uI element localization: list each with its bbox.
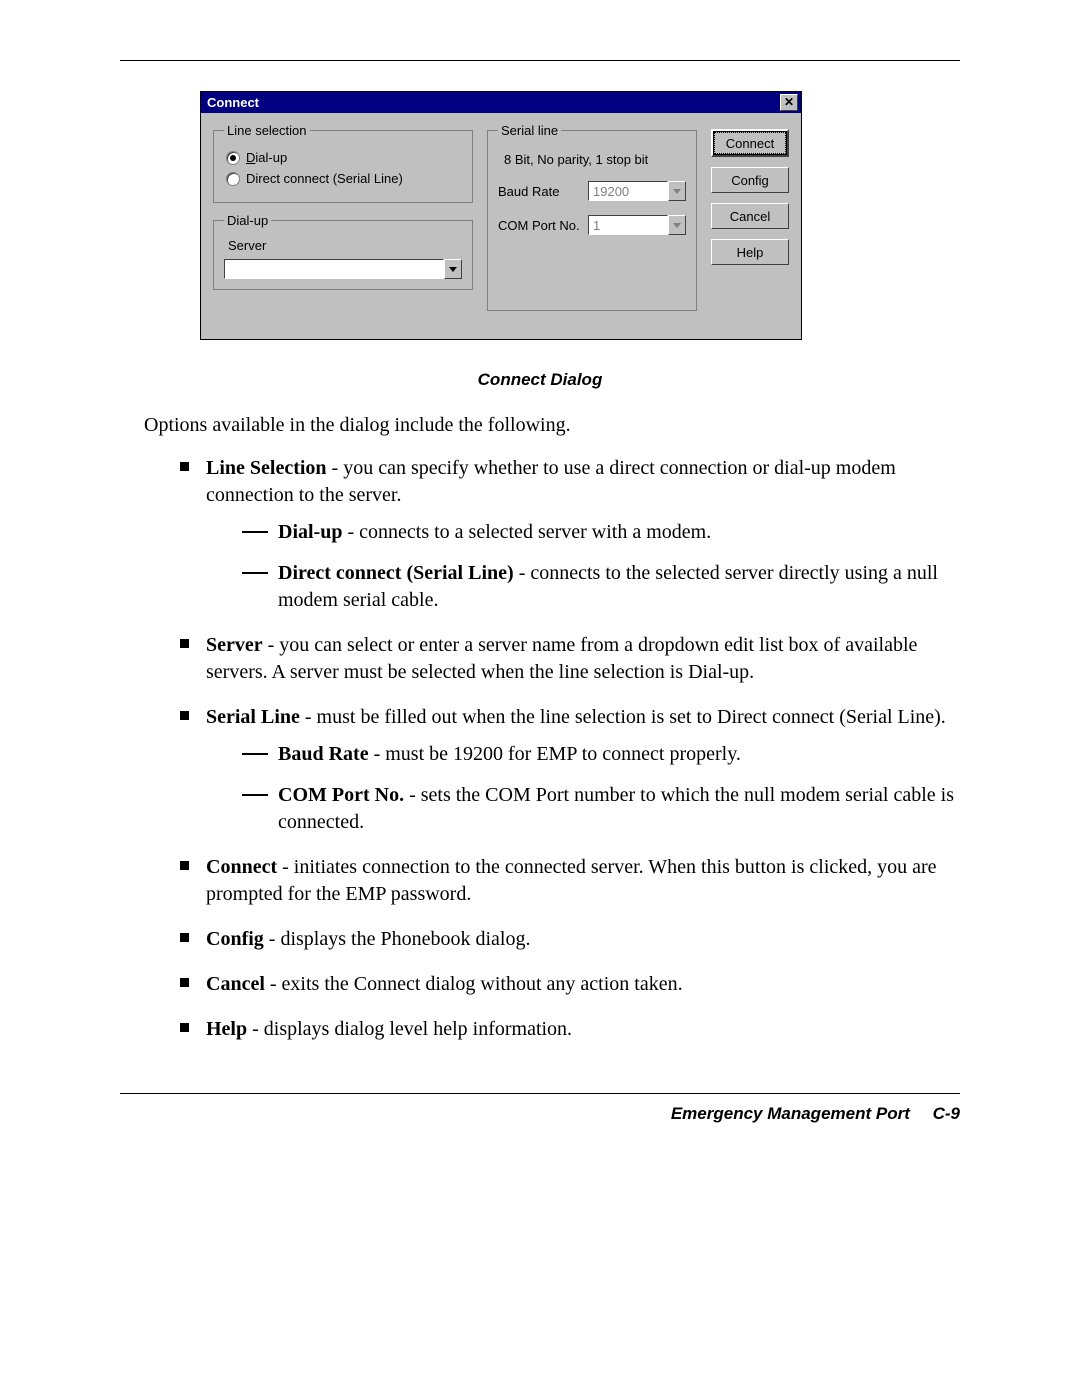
subitem-dialup: Dial-up - connects to a selected server … <box>242 519 960 546</box>
figure-caption: Connect Dialog <box>120 370 960 390</box>
footer-section: Emergency Management Port <box>671 1104 910 1123</box>
lead: Direct connect (Serial Line) <box>278 562 514 584</box>
dialog-body: Line selection Dial-up Direct connect (S… <box>201 113 801 339</box>
baud-label: Baud Rate <box>498 184 580 199</box>
chevron-down-icon <box>673 223 681 228</box>
lead: COM Port No. <box>278 784 404 806</box>
item-cancel: Cancel - exits the Connect dialog withou… <box>180 971 960 998</box>
sublist-line-selection: Dial-up - connects to a selected server … <box>242 519 960 614</box>
server-label: Server <box>228 238 462 253</box>
rest: - initiates connection to the connected … <box>206 856 937 905</box>
item-serial-line: Serial Line - must be filled out when th… <box>180 704 960 836</box>
subitem-baud: Baud Rate - must be 19200 for EMP to con… <box>242 741 960 768</box>
baud-input[interactable]: 19200 <box>588 181 668 201</box>
radio-direct-label: Direct connect (Serial Line) <box>246 171 403 186</box>
lead: Cancel <box>206 973 265 995</box>
radio-dialup[interactable]: Dial-up <box>226 150 462 165</box>
rest: - you can select or enter a server name … <box>206 634 917 683</box>
chevron-down-icon <box>673 189 681 194</box>
subitem-com: COM Port No. - sets the COM Port number … <box>242 782 960 836</box>
radio-direct-icon <box>226 172 240 186</box>
com-dropdown-button[interactable] <box>668 215 686 235</box>
intro-text: Options available in the dialog include … <box>144 414 960 437</box>
baud-row: Baud Rate 19200 <box>498 181 686 201</box>
middle-column: Serial line 8 Bit, No parity, 1 stop bit… <box>487 123 697 321</box>
com-input[interactable]: 1 <box>588 215 668 235</box>
close-icon: ✕ <box>784 96 794 109</box>
rest: - displays dialog level help information… <box>247 1018 572 1040</box>
lead: Serial Line <box>206 706 300 728</box>
com-row: COM Port No. 1 <box>498 215 686 235</box>
dialog-title: Connect <box>207 95 259 110</box>
baud-combo[interactable]: 19200 <box>588 181 686 201</box>
dialup-group: Dial-up Server <box>213 213 473 290</box>
line-selection-group: Line selection Dial-up Direct connect (S… <box>213 123 473 203</box>
item-connect: Connect - initiates connection to the co… <box>180 854 960 908</box>
lead: Help <box>206 1018 247 1040</box>
connect-button[interactable]: Connect <box>711 129 789 157</box>
serial-info: 8 Bit, No parity, 1 stop bit <box>504 152 686 167</box>
subitem-direct: Direct connect (Serial Line) - connects … <box>242 560 960 614</box>
help-button[interactable]: Help <box>711 239 789 265</box>
top-rule <box>120 60 960 61</box>
item-help: Help - displays dialog level help inform… <box>180 1016 960 1043</box>
lead: Baud Rate <box>278 743 369 765</box>
item-line-selection: Line Selection - you can specify whether… <box>180 455 960 614</box>
rest: - displays the Phonebook dialog. <box>264 928 531 950</box>
rest: - exits the Connect dialog without any a… <box>265 973 683 995</box>
rest: - connects to a selected server with a m… <box>342 521 711 543</box>
rest: - must be 19200 for EMP to connect prope… <box>369 743 741 765</box>
radio-dialup-label: Dial-up <box>246 150 287 165</box>
rest: - must be filled out when the line selec… <box>300 706 946 728</box>
footer: Emergency Management Port C-9 <box>120 1093 960 1124</box>
footer-page: C-9 <box>933 1104 960 1123</box>
lead: Server <box>206 634 263 656</box>
server-input[interactable] <box>224 259 444 279</box>
sublist-serial: Baud Rate - must be 19200 for EMP to con… <box>242 741 960 836</box>
cancel-button[interactable]: Cancel <box>711 203 789 229</box>
radio-direct[interactable]: Direct connect (Serial Line) <box>226 171 462 186</box>
com-label: COM Port No. <box>498 218 580 233</box>
lead: Dial-up <box>278 521 342 543</box>
item-server: Server - you can select or enter a serve… <box>180 632 960 686</box>
chevron-down-icon <box>449 267 457 272</box>
button-column: Connect Config Cancel Help <box>711 123 789 321</box>
option-list: Line Selection - you can specify whether… <box>180 455 960 1043</box>
line-selection-legend: Line selection <box>224 123 310 138</box>
baud-dropdown-button[interactable] <box>668 181 686 201</box>
lead: Line Selection <box>206 457 327 479</box>
titlebar: Connect ✕ <box>201 92 801 113</box>
item-config: Config - displays the Phonebook dialog. <box>180 926 960 953</box>
serial-legend: Serial line <box>498 123 561 138</box>
server-combo[interactable] <box>224 259 462 279</box>
connect-dialog: Connect ✕ Line selection Dial-up Direct … <box>200 91 802 340</box>
radio-dialup-icon <box>226 151 240 165</box>
server-dropdown-button[interactable] <box>444 259 462 279</box>
com-combo[interactable]: 1 <box>588 215 686 235</box>
lead: Config <box>206 928 264 950</box>
serial-group: Serial line 8 Bit, No parity, 1 stop bit… <box>487 123 697 311</box>
config-button[interactable]: Config <box>711 167 789 193</box>
left-column: Line selection Dial-up Direct connect (S… <box>213 123 473 321</box>
dialup-legend: Dial-up <box>224 213 271 228</box>
lead: Connect <box>206 856 277 878</box>
close-button[interactable]: ✕ <box>780 94 798 111</box>
